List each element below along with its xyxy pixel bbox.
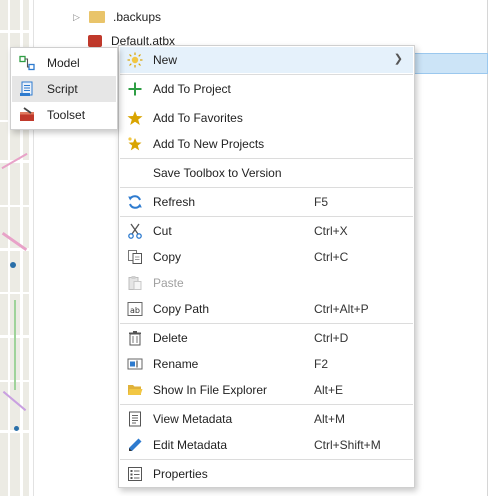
menu-item-add-to-project[interactable]: Add To Project (120, 76, 413, 102)
properties-icon (127, 466, 143, 482)
copy-icon (127, 249, 143, 265)
toolset-icon (19, 107, 35, 123)
menu-item-cut[interactable]: Cut Ctrl+X (120, 218, 413, 244)
folder-open-icon (127, 382, 143, 398)
submenu-item-toolset[interactable]: Toolset (12, 102, 116, 128)
menu-item-shortcut: Ctrl+D (314, 331, 349, 345)
menu-item-shortcut: F2 (314, 357, 329, 371)
model-icon (19, 55, 35, 71)
menu-item-save-toolbox-to-version[interactable]: Save Toolbox to Version (120, 160, 413, 186)
submenu-item-label: Model (47, 56, 80, 70)
menu-separator (120, 187, 413, 188)
menu-item-label: Rename (153, 357, 199, 371)
menu-separator (120, 158, 413, 159)
metadata-view-icon (127, 411, 143, 427)
menu-item-label: Paste (153, 276, 184, 290)
star-icon (127, 110, 143, 126)
svg-text:ab: ab (130, 306, 140, 315)
chevron-right-icon: ❯ (393, 53, 403, 65)
star-sparkle-icon (127, 136, 143, 152)
scissors-icon (127, 223, 143, 239)
menu-item-add-to-favorites[interactable]: Add To Favorites (120, 105, 413, 131)
menu-item-label: Refresh (153, 195, 196, 209)
plus-icon (127, 81, 143, 97)
selected-tree-row[interactable] (410, 53, 488, 74)
menu-item-label: New (153, 53, 178, 67)
menu-separator (120, 323, 413, 324)
rename-icon (127, 356, 143, 372)
menu-item-shortcut: Ctrl+C (314, 250, 349, 264)
context-menu: New ❯ Add To Project Add To Favorites Ad… (118, 45, 415, 488)
menu-item-delete[interactable]: Delete Ctrl+D (120, 325, 413, 351)
submenu-item-label: Script (47, 82, 78, 96)
menu-item-label: Properties (153, 467, 208, 481)
menu-item-shortcut: Ctrl+X (314, 224, 348, 238)
pane-border-right (487, 0, 488, 496)
menu-item-label: Copy (153, 250, 182, 264)
trash-icon (127, 330, 143, 346)
pencil-icon (127, 437, 143, 453)
menu-separator (120, 74, 413, 75)
menu-item-view-metadata[interactable]: View Metadata Alt+M (120, 406, 413, 432)
folder-icon (89, 11, 105, 23)
menu-item-label: Edit Metadata (153, 438, 228, 452)
menu-item-copy[interactable]: Copy Ctrl+C (120, 244, 413, 270)
menu-separator (120, 404, 413, 405)
menu-item-paste: Paste (120, 270, 413, 296)
menu-item-label: Add To Project (153, 82, 231, 96)
toolbox-icon (88, 35, 102, 47)
menu-item-copy-path[interactable]: ab Copy Path Ctrl+Alt+P (120, 296, 413, 322)
menu-item-shortcut: Alt+E (314, 383, 344, 397)
menu-item-label: Add To New Projects (153, 137, 265, 151)
menu-item-shortcut: Ctrl+Shift+M (314, 438, 381, 452)
menu-item-shortcut: Ctrl+Alt+P (314, 302, 369, 316)
submenu-item-script[interactable]: Script (12, 76, 116, 102)
submenu-item-model[interactable]: Model (12, 50, 116, 76)
menu-item-edit-metadata[interactable]: Edit Metadata Ctrl+Shift+M (120, 432, 413, 458)
copy-path-icon: ab (127, 301, 143, 317)
sun-new-icon (127, 52, 143, 68)
menu-item-label: Delete (153, 331, 188, 345)
menu-item-label: View Metadata (153, 412, 233, 426)
new-submenu: Model Script Toolset (10, 47, 118, 130)
menu-item-new[interactable]: New ❯ (120, 47, 413, 73)
menu-item-properties[interactable]: Properties (120, 461, 413, 487)
script-icon (19, 81, 35, 97)
submenu-item-label: Toolset (47, 108, 86, 122)
menu-item-label: Save Toolbox to Version (153, 166, 282, 180)
menu-item-refresh[interactable]: Refresh F5 (120, 189, 413, 215)
menu-item-shortcut: F5 (314, 195, 329, 209)
menu-separator (120, 216, 413, 217)
refresh-icon (127, 194, 143, 210)
menu-item-add-to-new-projects[interactable]: Add To New Projects (120, 131, 413, 157)
chevron-right-icon[interactable]: ▷ (73, 12, 83, 23)
menu-item-label: Cut (153, 224, 172, 238)
menu-item-show-in-file-explorer[interactable]: Show In File Explorer Alt+E (120, 377, 413, 403)
menu-item-shortcut: Alt+M (314, 412, 346, 426)
menu-item-rename[interactable]: Rename F2 (120, 351, 413, 377)
menu-item-label: Add To Favorites (153, 111, 243, 125)
paste-icon (127, 275, 143, 291)
menu-separator (120, 459, 413, 460)
tree-item-backups[interactable]: ▷ .backups (73, 6, 161, 28)
tree-item-label: .backups (113, 10, 162, 24)
menu-item-label: Show In File Explorer (153, 383, 268, 397)
menu-item-label: Copy Path (153, 302, 210, 316)
